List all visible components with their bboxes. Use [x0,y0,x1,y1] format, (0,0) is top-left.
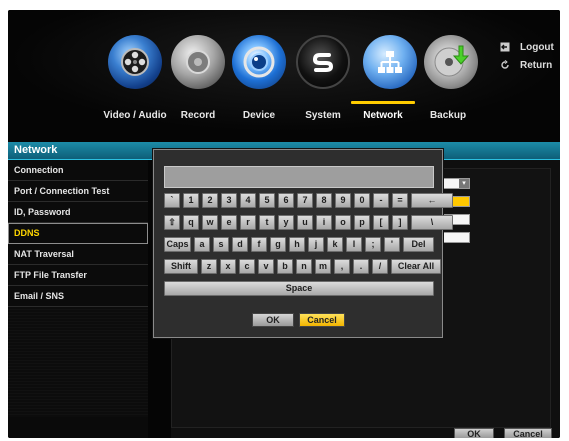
logout-icon [500,42,510,52]
s-logo-icon [298,37,348,87]
key-0-6[interactable]: 6 [278,193,294,208]
keyboard-cancel-button[interactable]: Cancel [299,313,345,327]
key-2-9[interactable]: l [346,237,362,252]
key-3-9[interactable]: . [353,259,369,274]
keyboard-ok-button[interactable]: OK [252,313,294,327]
key-1-7[interactable]: u [297,215,313,230]
network-tree-icon [363,35,417,89]
key-3-6[interactable]: n [296,259,312,274]
key-3-5[interactable]: b [277,259,293,274]
key-1-12[interactable]: ] [392,215,408,230]
key-0-4[interactable]: 4 [240,193,256,208]
return-icon [500,60,510,70]
key-0-2[interactable]: 2 [202,193,218,208]
virtual-keyboard-dialog: ` 1 2 3 4 5 6 7 8 9 0- = ← ⇧ q w e r t y u i o p[] \ Caps a s d f g h j k… [153,149,453,338]
key-1-8[interactable]: i [316,215,332,230]
key-1-1[interactable]: q [183,215,199,230]
sidebar-item-nat-traversal[interactable]: NAT Traversal [8,244,148,265]
backup-icon[interactable] [424,35,478,89]
key-3-11[interactable]: Clear All [391,259,441,274]
key-3-3[interactable]: c [239,259,255,274]
key-0-5[interactable]: 5 [259,193,275,208]
top-menu-bar: Video / Audio Record Device System Netwo… [8,10,560,132]
dvr-screen: Video / Audio Record Device System Netwo… [8,10,560,438]
sidebar: Connection Port / Connection Test ID, Pa… [8,160,148,438]
key-3-8[interactable]: , [334,259,350,274]
key-1-4[interactable]: r [240,215,256,230]
cancel-button[interactable]: Cancel [504,428,552,438]
key-3-2[interactable]: x [220,259,236,274]
key-1-0[interactable]: ⇧ [164,215,180,230]
key-3-4[interactable]: v [258,259,274,274]
key-2-2[interactable]: s [213,237,229,252]
key-2-11[interactable]: ' [384,237,400,252]
key-0-11[interactable]: - [373,193,389,208]
key-1-2[interactable]: w [202,215,218,230]
key-1-10[interactable]: p [354,215,370,230]
disc-download-icon [424,35,478,89]
key-2-3[interactable]: d [232,237,248,252]
video-audio-icon[interactable] [108,35,162,89]
sidebar-item-id-password[interactable]: ID, Password [8,202,148,223]
keyboard-input-field[interactable] [164,166,434,188]
key-0-12[interactable]: = [392,193,408,208]
space-key[interactable]: Space [164,281,434,296]
device-icon[interactable] [232,35,286,89]
key-2-7[interactable]: j [308,237,324,252]
key-1-11[interactable]: [ [373,215,389,230]
key-0-0[interactable]: ` [164,193,180,208]
sidebar-item-ddns[interactable]: DDNS [8,223,148,244]
sidebar-item-ftp-file-transfer[interactable]: FTP File Transfer [8,265,148,286]
key-2-4[interactable]: f [251,237,267,252]
key-2-10[interactable]: ; [365,237,381,252]
key-1-9[interactable]: o [335,215,351,230]
key-2-1[interactable]: a [194,237,210,252]
key-2-12[interactable]: Del [403,237,434,252]
key-2-6[interactable]: h [289,237,305,252]
sidebar-empty-area [8,307,148,417]
key-2-0[interactable]: Caps [164,237,191,252]
sidebar-item-port-connection-test[interactable]: Port / Connection Test [8,181,148,202]
record-icon[interactable] [171,35,225,89]
return-label: Return [520,59,553,71]
sidebar-item-email-sns[interactable]: Email / SNS [8,286,148,307]
system-icon[interactable] [296,35,350,89]
chevron-down-icon[interactable]: ▾ [459,179,469,188]
key-3-1[interactable]: z [201,259,217,274]
logout-label: Logout [520,41,554,53]
key-2-5[interactable]: g [270,237,286,252]
camera-lens-icon [232,35,286,89]
key-0-3[interactable]: 3 [221,193,237,208]
active-tab-indicator [351,101,415,104]
key-3-0[interactable]: Shift [164,259,198,274]
key-0-13[interactable]: ← [411,193,453,208]
ok-button[interactable]: OK [454,428,494,438]
key-0-8[interactable]: 8 [316,193,332,208]
sidebar-item-connection[interactable]: Connection [8,160,148,181]
key-2-8[interactable]: k [327,237,343,252]
key-1-6[interactable]: y [278,215,294,230]
hard-disk-icon [171,35,225,89]
key-0-7[interactable]: 7 [297,193,313,208]
panel-title: Network [14,144,58,156]
key-0-10[interactable]: 0 [354,193,370,208]
key-1-3[interactable]: e [221,215,237,230]
key-1-13[interactable]: \ [411,215,453,230]
session-controls: Logout Return [500,38,554,74]
return-button[interactable]: Return [500,56,554,74]
nav-backup[interactable]: Backup [403,110,493,121]
network-icon[interactable] [363,35,417,89]
logout-button[interactable]: Logout [500,38,554,56]
key-1-5[interactable]: t [259,215,275,230]
film-reel-icon [108,35,162,89]
key-3-7[interactable]: m [315,259,331,274]
key-3-10[interactable]: / [372,259,388,274]
key-0-9[interactable]: 9 [335,193,351,208]
key-0-1[interactable]: 1 [183,193,199,208]
